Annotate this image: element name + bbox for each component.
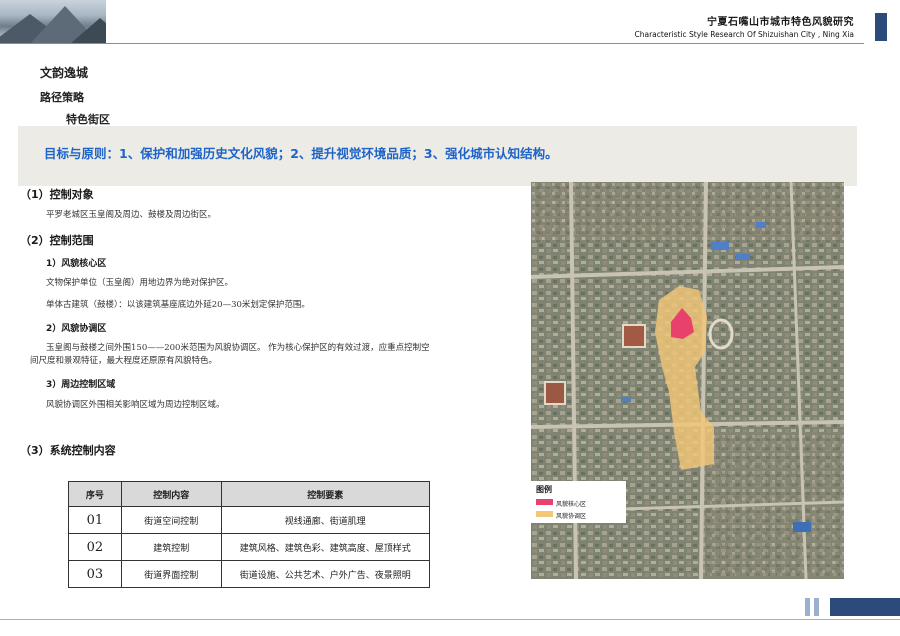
text-surrounding-zone: 风貌协调区外围相关影响区域为周边控制区域。	[46, 400, 225, 410]
heading-control-object: （1）控制对象	[20, 188, 94, 201]
table-header-row: 序号 控制内容 控制要素	[68, 481, 431, 507]
label-core-zone: 1）风貌核心区	[46, 259, 107, 269]
legend-title: 图例	[536, 485, 552, 494]
label-coordination-zone: 2）风貌协调区	[46, 324, 107, 334]
text-control-object: 平罗老城区玉皇阁及周边、鼓楼及周边街区。	[46, 210, 217, 220]
table-row: 03 街道界面控制 街道设施、公共艺术、户外广告、夜景照明	[68, 560, 431, 588]
heading-system-control: （3）系统控制内容	[20, 444, 116, 457]
footer-accent-bar	[805, 598, 810, 616]
heading-control-range: （2）控制范围	[20, 234, 94, 247]
footer-accent-bar	[814, 598, 819, 616]
legend-label-coordination: 风貌协调区	[556, 513, 587, 520]
sub-title: 特色街区	[66, 113, 110, 126]
row-content: 建筑控制	[120, 533, 222, 561]
table-row: 01 街道空间控制 视线通廊、街道肌理	[68, 506, 431, 534]
row-content: 街道界面控制	[120, 560, 222, 588]
logo-landscape	[0, 0, 106, 44]
text-core-zone-2: 单体古建筑（鼓楼）：以该建筑基座底边外延20—30米划定保护范围。	[46, 300, 310, 310]
page-title: 文韵逸城	[40, 66, 89, 80]
row-elements: 建筑风格、建筑色彩、建筑高度、屋顶样式	[220, 533, 431, 561]
header-subtitle: Characteristic Style Research Of Shizuis…	[634, 30, 854, 39]
label-surrounding-zone: 3）周边控制区域	[46, 380, 116, 390]
header-divider	[0, 43, 864, 44]
section-title: 路径策略	[40, 91, 84, 104]
header-accent-bar	[875, 13, 887, 41]
row-number: 01	[68, 506, 122, 534]
text-core-zone-1: 文物保护单位（玉皇阁）用地边界为绝对保护区。	[46, 278, 234, 288]
goal-banner-text: 目标与原则：1、保护和加强历史文化风貌；2、提升视觉环境品质；3、强化城市认知结…	[44, 146, 558, 161]
col-header-number: 序号	[68, 481, 122, 507]
legend-swatch-core	[536, 499, 553, 505]
col-header-elements: 控制要素	[220, 481, 431, 507]
row-number: 02	[68, 533, 122, 561]
legend-label-core: 风貌核心区	[556, 501, 587, 508]
col-header-content: 控制内容	[120, 481, 222, 507]
row-number: 03	[68, 560, 122, 588]
control-content-table: 序号 控制内容 控制要素 01 街道空间控制 视线通廊、街道肌理 02 建筑控制…	[68, 481, 431, 588]
text-coordination-zone-1: 玉皇阁与鼓楼之间外围150——200米范围为风貌协调区。 作为核心保护区的有效过…	[46, 343, 430, 353]
header-title: 宁夏石嘴山市城市特色风貌研究	[707, 17, 854, 28]
row-elements: 街道设施、公共艺术、户外广告、夜景照明	[220, 560, 431, 588]
row-elements: 视线通廊、街道肌理	[220, 506, 431, 534]
row-content: 街道空间控制	[120, 506, 222, 534]
footer-divider	[0, 619, 900, 620]
table-row: 02 建筑控制 建筑风格、建筑色彩、建筑高度、屋顶样式	[68, 533, 431, 561]
legend-swatch-coordination	[536, 511, 553, 517]
text-coordination-zone-2: 间尺度和景观特征，最大程度还原原有风貌特色。	[30, 356, 218, 366]
footer-brand-bar	[830, 598, 900, 616]
